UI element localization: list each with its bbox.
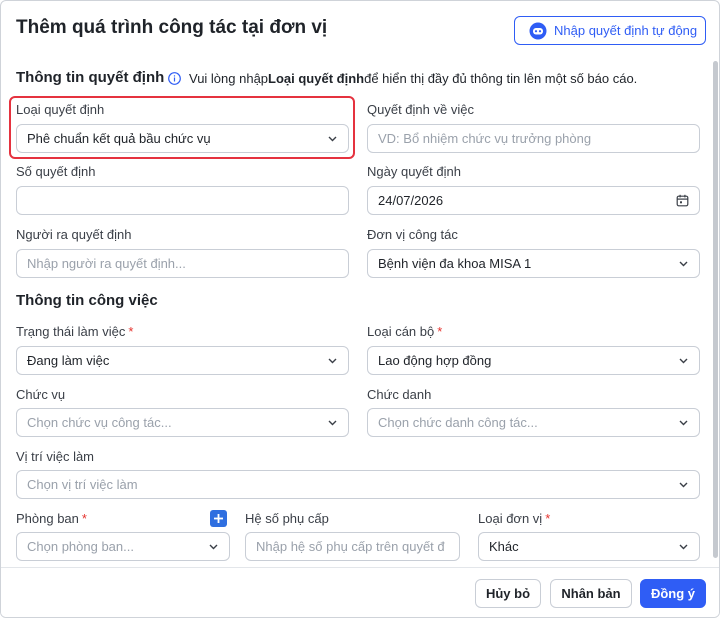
chevron-down-icon — [679, 261, 688, 267]
work-section-title: Thông tin công việc — [16, 292, 158, 309]
job-location-select[interactable]: Chọn vị trí việc làm — [16, 470, 700, 499]
required-marker: * — [545, 511, 551, 526]
allowance-label: Hệ số phụ cấp — [245, 511, 329, 526]
title-rank-select[interactable]: Chọn chức danh công tác... — [367, 408, 700, 437]
department-label-text: Phòng ban — [16, 511, 79, 526]
unit-type-label: Loại đơn vị * — [478, 511, 550, 526]
decision-type-highlight — [9, 96, 355, 159]
decision-date-input[interactable]: 24/07/2026 — [367, 186, 700, 215]
confirm-button[interactable]: Đồng ý — [640, 579, 706, 608]
allowance-input[interactable]: Nhập hệ số phụ cấp trên quyết đ — [245, 532, 460, 561]
info-icon — [168, 72, 181, 85]
unit-type-label-text: Loại đơn vị — [478, 511, 543, 526]
decision-date-label: Ngày quyết định — [367, 164, 461, 179]
chevron-down-icon — [209, 544, 218, 550]
subject-input[interactable]: VD: Bổ nhiệm chức vụ trưởng phòng — [367, 124, 700, 153]
duplicate-button[interactable]: Nhân bản — [550, 579, 632, 608]
dialog-title: Thêm quá trình công tác tại đơn vị — [16, 17, 328, 38]
title-rank-placeholder: Chọn chức danh công tác... — [378, 415, 538, 430]
plus-icon — [214, 514, 223, 523]
decision-section-title: Thông tin quyết định — [16, 69, 165, 86]
unit-type-select[interactable]: Khác — [478, 532, 700, 561]
unit-type-value: Khác — [489, 539, 519, 554]
staff-type-label-text: Loại cán bộ — [367, 324, 435, 339]
info-text-suffix: để hiển thị đầy đủ thông tin lên một số … — [364, 71, 638, 86]
department-label: Phòng ban * — [16, 511, 87, 526]
add-department-button[interactable] — [210, 510, 227, 527]
chevron-down-icon — [679, 482, 688, 488]
auto-import-button[interactable]: Nhập quyết định tự động — [514, 16, 706, 45]
subject-label: Quyết định về việc — [367, 102, 474, 117]
department-select[interactable]: Chọn phòng ban... — [16, 532, 230, 561]
decision-info-note: Vui lòng nhập Loại quyết định để hiển th… — [168, 71, 637, 86]
position-placeholder: Chọn chức vụ công tác... — [27, 415, 172, 430]
staff-type-value: Lao động hợp đồng — [378, 353, 492, 368]
dialog: Thêm quá trình công tác tại đơn vị Nhập … — [0, 0, 720, 618]
issuer-label: Người ra quyết định — [16, 227, 132, 242]
work-status-label-text: Trạng thái làm việc — [16, 324, 126, 339]
decision-number-input[interactable] — [16, 186, 349, 215]
work-status-label: Trạng thái làm việc * — [16, 324, 133, 339]
chevron-down-icon — [679, 420, 688, 426]
job-location-placeholder: Chọn vị trí việc làm — [27, 477, 138, 492]
required-marker: * — [81, 511, 87, 526]
work-unit-label: Đơn vị công tác — [367, 227, 458, 242]
position-select[interactable]: Chọn chức vụ công tác... — [16, 408, 349, 437]
title-rank-label: Chức danh — [367, 387, 432, 402]
staff-type-select[interactable]: Lao động hợp đồng — [367, 346, 700, 375]
calendar-icon[interactable] — [676, 194, 689, 207]
issuer-placeholder: Nhập người ra quyết định... — [27, 256, 186, 271]
info-text-prefix: Vui lòng nhập — [189, 71, 269, 86]
work-status-value: Đang làm việc — [27, 353, 110, 368]
decision-number-label: Số quyết định — [16, 164, 96, 179]
department-placeholder: Chọn phòng ban... — [27, 539, 134, 554]
robot-icon — [529, 22, 547, 39]
subject-placeholder: VD: Bổ nhiệm chức vụ trưởng phòng — [378, 131, 592, 146]
auto-import-label: Nhập quyết định tự động — [554, 23, 698, 38]
issuer-input[interactable]: Nhập người ra quyết định... — [16, 249, 349, 278]
chevron-down-icon — [679, 544, 688, 550]
job-location-label: Vị trí việc làm — [16, 449, 95, 464]
work-unit-value: Bệnh viện đa khoa MISA 1 — [378, 256, 532, 271]
position-label: Chức vụ — [16, 387, 66, 402]
dialog-header: Thêm quá trình công tác tại đơn vị Nhập … — [1, 1, 719, 59]
required-marker: * — [437, 324, 443, 339]
staff-type-label: Loại cán bộ * — [367, 324, 442, 339]
chevron-down-icon — [328, 358, 337, 364]
work-status-select[interactable]: Đang làm việc — [16, 346, 349, 375]
chevron-down-icon — [328, 420, 337, 426]
required-marker: * — [128, 324, 134, 339]
chevron-down-icon — [679, 358, 688, 364]
decision-date-value: 24/07/2026 — [378, 193, 444, 208]
scrollbar-thumb[interactable] — [713, 61, 718, 558]
info-text-bold: Loại quyết định — [268, 71, 365, 86]
allowance-placeholder: Nhập hệ số phụ cấp trên quyết đ — [256, 539, 445, 554]
work-unit-select[interactable]: Bệnh viện đa khoa MISA 1 — [367, 249, 700, 278]
cancel-button[interactable]: Hủy bỏ — [475, 579, 541, 608]
dialog-footer: Hủy bỏ Nhân bản Đồng ý — [1, 567, 719, 617]
